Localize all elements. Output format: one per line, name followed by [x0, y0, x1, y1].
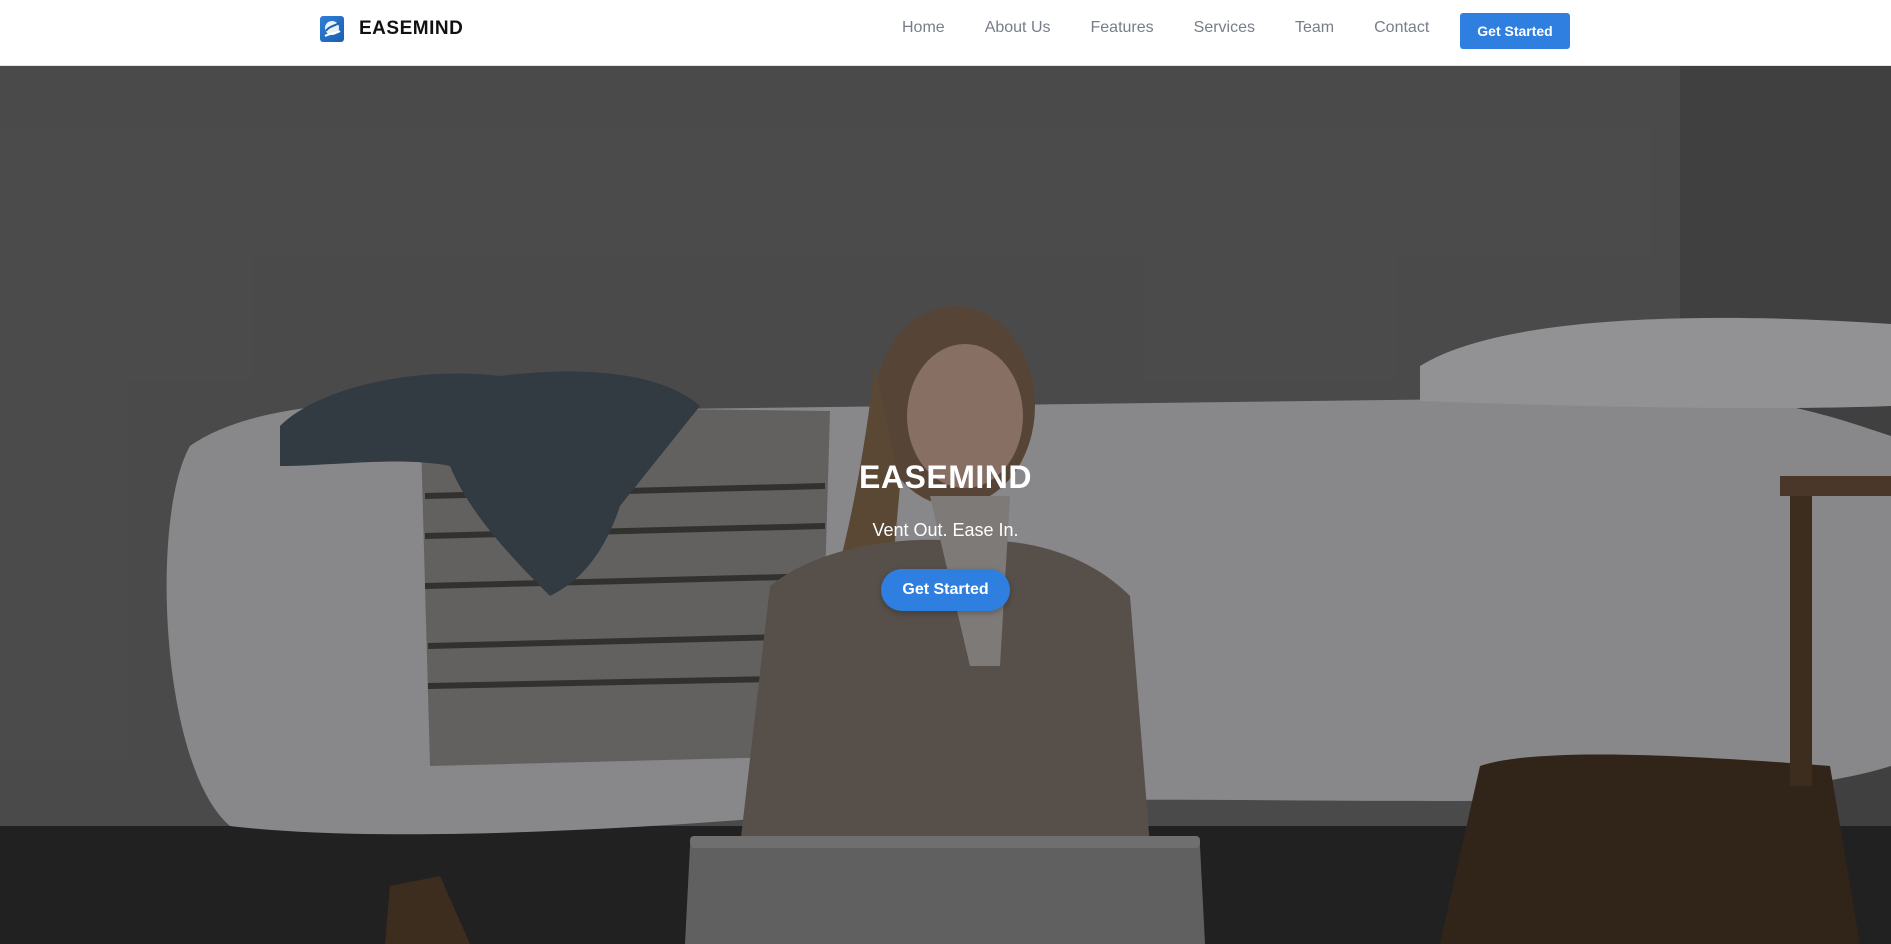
hero-get-started-button[interactable]: Get Started — [881, 569, 1010, 611]
nav-link-team[interactable]: Team — [1295, 19, 1334, 37]
nav-link-services[interactable]: Services — [1194, 19, 1255, 37]
brand[interactable]: EASEMIND — [320, 16, 463, 42]
brand-name: EASEMIND — [359, 18, 464, 39]
hero-overlay — [0, 66, 1891, 944]
nav-link-contact[interactable]: Contact — [1374, 19, 1429, 37]
nav-link-home[interactable]: Home — [902, 19, 945, 37]
brand-logo-icon — [320, 16, 344, 42]
navbar: EASEMIND Home About Us Features Services… — [0, 0, 1891, 66]
hero-tagline: Vent Out. Ease In. — [872, 520, 1019, 540]
nav-get-started-button[interactable]: Get Started — [1460, 13, 1570, 49]
nav-menu: Home About Us Features Services Team Con… — [902, 19, 1429, 37]
nav-link-about[interactable]: About Us — [985, 19, 1051, 37]
hero-section: EASEMIND Vent Out. Ease In. Get Started — [0, 66, 1891, 944]
hero-title: EASEMIND — [859, 459, 1032, 495]
nav-link-features[interactable]: Features — [1091, 19, 1154, 37]
